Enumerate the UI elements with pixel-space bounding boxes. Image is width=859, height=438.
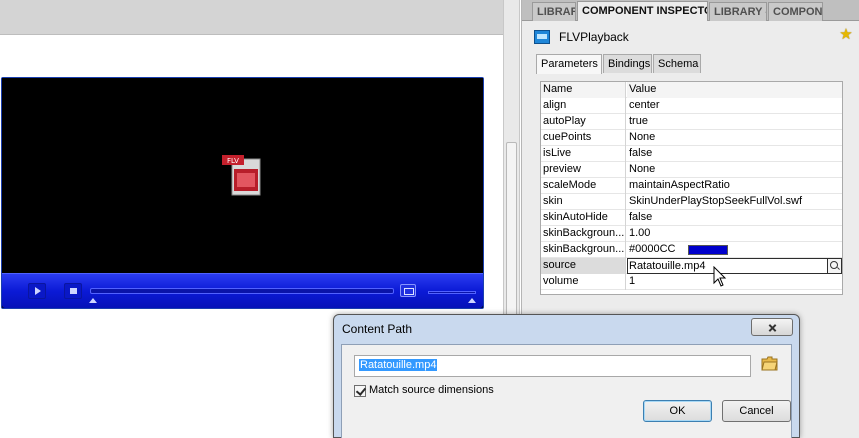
content-path-input[interactable]: Ratatouille.mp4 [354,355,751,377]
param-value[interactable]: 1.00 [627,226,842,242]
param-name: skin [541,194,626,210]
search-icon[interactable] [828,258,842,274]
volume-bar[interactable] [428,291,476,294]
param-value[interactable]: false [627,210,842,226]
cancel-button[interactable]: Cancel [722,400,791,422]
dialog-title: Content Path [342,322,413,336]
folder-icon[interactable] [761,356,778,371]
param-value[interactable]: maintainAspectRatio [627,178,842,194]
param-row-volume[interactable]: volume 1 [541,274,842,290]
grid-header: Name Value [541,82,842,98]
color-hex-text: #0000CC [629,243,676,255]
param-name: skinBackgroun... [541,242,626,258]
match-dimensions-checkbox[interactable] [354,385,366,397]
panel-tab-bar: LIBRARY COMPONENT INSPECTOR LIBRARY - CO… [522,0,859,21]
param-name: skinAutoHide [541,210,626,226]
component-icon [534,30,550,44]
video-screen: FLV [2,78,483,273]
param-value[interactable]: None [627,162,842,178]
dialog-body: Ratatouille.mp4 Match source dimensions … [341,344,792,438]
param-name: source [541,258,626,274]
param-row-align[interactable]: align center [541,98,842,114]
component-header: FLVPlayback [534,28,629,46]
stage-top-bar [0,0,503,35]
parameters-grid: Name Value align center autoPlay true cu… [540,81,843,295]
flv-icon-label: FLV [227,157,239,165]
scrollbar-thumb[interactable] [506,142,517,342]
param-row-preview[interactable]: preview None [541,162,842,178]
column-header-name: Name [541,82,626,98]
param-value[interactable]: 1 [627,274,842,290]
param-row-skinbackgroundalpha[interactable]: skinBackgroun... 1.00 [541,226,842,242]
tab-schema[interactable]: Schema [653,54,701,73]
volume-handle[interactable] [468,298,476,303]
param-row-skinbackgroundcolor[interactable]: skinBackgroun... #0000CC [541,242,842,258]
play-icon [35,287,41,295]
flv-playback-component[interactable]: FLV [1,77,484,309]
param-name: align [541,98,626,114]
param-value[interactable]: false [627,146,842,162]
param-row-islive[interactable]: isLive false [541,146,842,162]
tab-parameters[interactable]: Parameters [536,54,602,74]
source-input[interactable]: Ratatouille.mp4 [627,258,828,274]
param-name: scaleMode [541,178,626,194]
component-name: FLVPlayback [559,30,629,44]
param-name: skinBackgroun... [541,226,626,242]
tab-bindings[interactable]: Bindings [603,54,652,73]
param-value[interactable]: true [627,114,842,130]
tab-library-2[interactable]: LIBRARY - [709,2,767,21]
fullscreen-button[interactable] [400,284,416,297]
seek-handle[interactable] [89,298,97,303]
star-icon[interactable]: ★ [838,27,854,43]
flv-file-icon: FLV [222,155,261,196]
tab-library[interactable]: LIBRARY [532,2,576,21]
content-path-dialog: Content Path Ratatouille.mp4 Match sourc… [333,314,800,438]
param-row-skin[interactable]: skin SkinUnderPlayStopSeekFullVol.swf [541,194,842,210]
param-value[interactable]: #0000CC [627,242,842,258]
param-value[interactable]: SkinUnderPlayStopSeekFullVol.swf [627,194,842,210]
param-value[interactable]: center [627,98,842,114]
param-name: preview [541,162,626,178]
param-row-scalemode[interactable]: scaleMode maintainAspectRatio [541,178,842,194]
param-name: cuePoints [541,130,626,146]
param-row-skinautohide[interactable]: skinAutoHide false [541,210,842,226]
tab-components[interactable]: COMPONE [768,2,823,21]
param-name: volume [541,274,626,290]
tab-component-inspector[interactable]: COMPONENT INSPECTOR [577,1,708,21]
close-icon[interactable] [751,318,793,336]
param-name: autoPlay [541,114,626,130]
param-value[interactable]: None [627,130,842,146]
column-header-value: Value [627,82,842,98]
stop-button[interactable] [64,283,82,299]
stop-icon [70,288,77,294]
param-row-source[interactable]: source Ratatouille.mp4 [541,258,842,274]
seek-bar[interactable] [90,288,394,294]
match-dimensions-label: Match source dimensions [369,384,494,396]
ok-button[interactable]: OK [643,400,712,422]
param-row-autoplay[interactable]: autoPlay true [541,114,842,130]
selected-path-text: Ratatouille.mp4 [359,359,438,371]
param-name: isLive [541,146,626,162]
param-row-cuepoints[interactable]: cuePoints None [541,130,842,146]
color-swatch[interactable] [688,245,728,255]
mouse-cursor-icon [713,266,727,287]
play-button[interactable] [28,283,46,299]
skin-controlbar [2,273,483,308]
